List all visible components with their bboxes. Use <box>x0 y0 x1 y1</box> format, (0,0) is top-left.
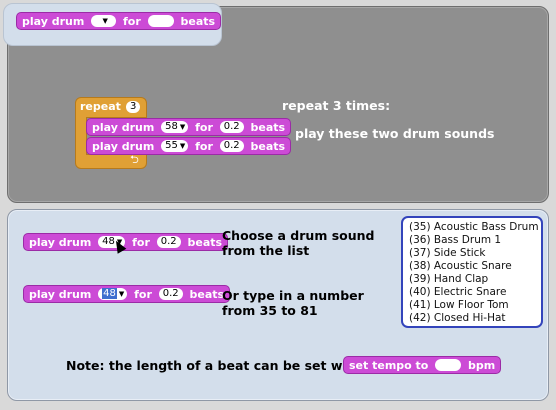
drum-dropdown[interactable]: 55 ▼ <box>161 140 189 152</box>
drum-option[interactable]: (36) Bass Drum 1 <box>409 234 541 247</box>
drum-dropdown[interactable]: ▼ <box>91 15 117 27</box>
drum-sounds-note: play these two drum sounds <box>295 126 495 141</box>
repeat-note: repeat 3 times: <box>282 98 391 113</box>
drum-number-input[interactable]: 48 ▼ <box>98 288 128 300</box>
choose-drum-note-line1: Choose a drum sound <box>222 228 375 243</box>
play-drum-block-typed[interactable]: play drum 48 ▼ for 0.2 beats <box>23 285 231 303</box>
beats-input[interactable]: 0.2 <box>158 288 183 300</box>
play-drum-block[interactable]: play drum ▼ for beats <box>16 12 222 30</box>
drum-dropdown[interactable]: 58 ▼ <box>161 121 189 133</box>
dropdown-caret-icon: ▼ <box>179 123 186 131</box>
drum-option[interactable]: (40) Electric Snare <box>409 286 541 299</box>
drum-option[interactable]: (42) Closed Hi-Hat <box>409 312 541 325</box>
type-number-note-line1: Or type in a number <box>222 288 364 303</box>
repeat-count-input[interactable]: 3 <box>126 101 141 113</box>
drum-option[interactable]: (37) Side Stick <box>409 247 541 260</box>
tempo-note: Note: the length of a beat can be set wi… <box>66 358 362 373</box>
beats-input[interactable]: 0.2 <box>156 236 181 248</box>
dropdown-caret-icon: ▼ <box>102 17 108 25</box>
play-drum-block-55[interactable]: play drum 55 ▼ for 0.2 beats <box>86 137 292 155</box>
drum-option[interactable]: (35) Acoustic Bass Drum <box>409 221 541 234</box>
play-drum-block-58[interactable]: play drum 58 ▼ for 0.2 beats <box>86 118 292 136</box>
header-block-area: play drum ▼ for beats <box>3 3 222 46</box>
drum-list-dropdown[interactable]: (35) Acoustic Bass Drum (36) Bass Drum 1… <box>401 216 543 328</box>
drum-option[interactable]: (39) Hand Clap <box>409 273 541 286</box>
repeat-label: repeat <box>80 100 121 113</box>
set-tempo-block[interactable]: set tempo to bpm <box>343 356 502 374</box>
drum-option[interactable]: (38) Acoustic Snare <box>409 260 541 273</box>
tempo-input[interactable] <box>435 359 462 371</box>
dropdown-caret-icon: ▼ <box>118 290 125 298</box>
beats-input[interactable]: 0.2 <box>219 140 244 152</box>
choose-drum-note-line2: from the list <box>222 243 310 258</box>
drum-option[interactable]: (41) Low Floor Tom <box>409 299 541 312</box>
type-number-note-line2: from 35 to 81 <box>222 303 318 318</box>
beats-input[interactable] <box>147 15 174 27</box>
beats-input[interactable]: 0.2 <box>219 121 244 133</box>
dropdown-caret-icon: ▼ <box>179 142 186 150</box>
